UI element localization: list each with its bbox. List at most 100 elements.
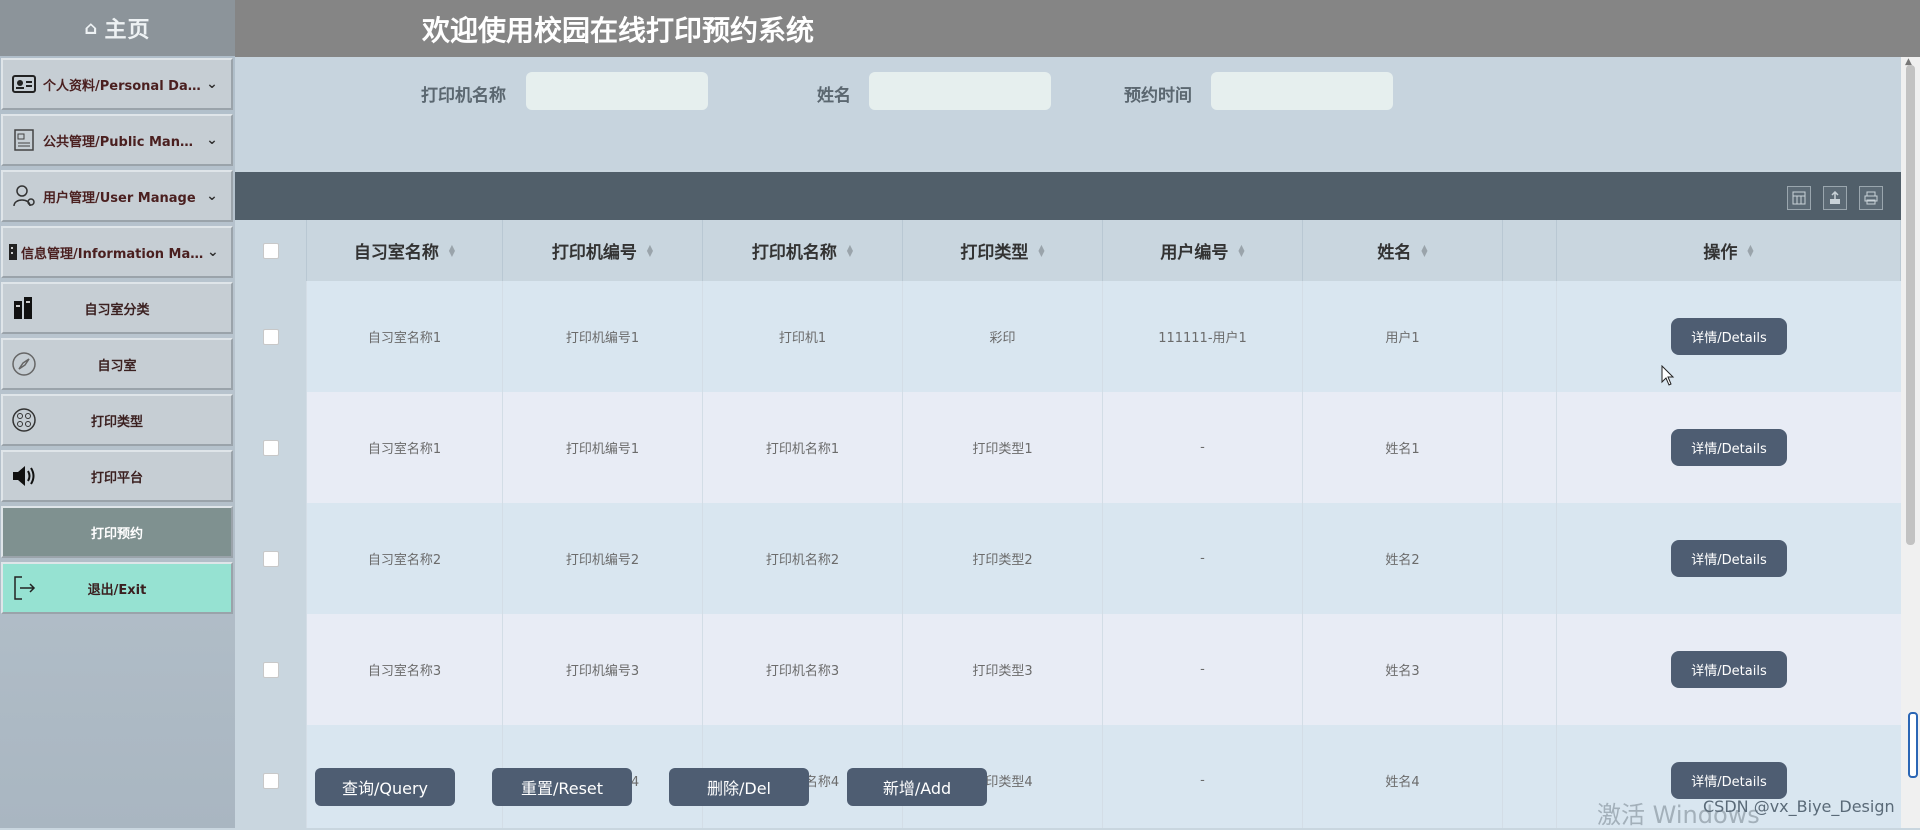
sidebar-item-personal-data[interactable]: 个人资料/Personal Data ⌄ (1, 58, 233, 110)
user-gear-icon (11, 183, 37, 209)
row-checkbox[interactable] (262, 661, 279, 678)
select-all-checkbox[interactable] (262, 242, 279, 259)
header-print-type[interactable]: 打印类型 ▲ ▼ (903, 220, 1103, 281)
cell-blank (1503, 281, 1557, 392)
export-icon[interactable] (1823, 186, 1847, 210)
query-button[interactable]: 查询/Query (315, 768, 455, 806)
sidebar-item-user-manage[interactable]: 用户管理/User Manage ⌄ (1, 170, 233, 222)
header-label: 自习室名称 (353, 243, 439, 263)
sidebar-item-print-platform[interactable]: 打印平台 (1, 450, 233, 502)
cell-user-number: - (1103, 614, 1303, 725)
header-label: 用户编号 (1160, 243, 1229, 263)
details-button[interactable]: 详情/Details (1671, 762, 1787, 799)
reset-button[interactable]: 重置/Reset (492, 768, 632, 806)
columns-icon[interactable] (1787, 186, 1811, 210)
scrollbar-thumb[interactable] (1906, 65, 1915, 545)
header-label: 操作 (1703, 243, 1738, 263)
row-checkbox[interactable] (262, 772, 279, 789)
header-study-room-name[interactable]: 自习室名称 ▲ ▼ (307, 220, 503, 281)
printer-name-label: 打印机名称 (421, 86, 506, 106)
sort-icon: ▲ ▼ (846, 242, 854, 258)
cell-print-type: 打印类型2 (903, 503, 1103, 614)
sort-icon: ▲ ▼ (1747, 242, 1754, 258)
home-link[interactable]: ⌂ 主页 (0, 0, 235, 56)
row-checkbox[interactable] (262, 439, 279, 456)
row-select-cell (235, 503, 307, 614)
cell-printer-name: 打印机名称1 (703, 392, 903, 503)
cell-printer-number: 打印机编号3 (503, 614, 703, 725)
cell-printer-number: 打印机编号1 (503, 281, 703, 392)
name-label: 姓名 (817, 86, 851, 106)
header-label: 姓名 (1377, 243, 1412, 263)
sidebar-item-label: 信息管理/Information Man... (21, 246, 207, 262)
cell-study-room-name: 自习室名称1 (307, 392, 503, 503)
cell-printer-number: 打印机编号2 (503, 503, 703, 614)
header-user-number[interactable]: 用户编号 ▲ ▼ (1103, 220, 1303, 281)
sort-icon: ▲ ▼ (1238, 242, 1245, 258)
header-name[interactable]: 姓名 ▲ ▼ (1303, 220, 1503, 281)
details-button[interactable]: 详情/Details (1671, 318, 1787, 355)
cell-printer-name: 打印机名称3 (703, 614, 903, 725)
add-button[interactable]: 新增/Add (847, 768, 987, 806)
cell-name: 姓名4 (1303, 725, 1503, 828)
sidebar-item-exit[interactable]: 退出/Exit (1, 562, 233, 614)
table-row: 自习室名称3 打印机编号3 打印机名称3 打印类型3 - 姓名3 详情/Deta… (235, 614, 1901, 725)
cell-study-room-name: 自习室名称2 (307, 503, 503, 614)
name-input[interactable] (869, 72, 1051, 110)
table-row: 自习室名称1 打印机编号1 打印机名称1 打印类型1 - 姓名1 详情/Deta… (235, 392, 1901, 503)
row-select-cell (235, 725, 307, 828)
document-icon (11, 127, 37, 153)
logout-icon (11, 575, 37, 601)
time-input[interactable] (1211, 72, 1393, 110)
details-button[interactable]: 详情/Details (1671, 651, 1787, 688)
header-actions[interactable]: 操作 ▲ ▼ (1557, 220, 1901, 281)
home-label: 主页 (104, 18, 151, 43)
details-button[interactable]: 详情/Details (1671, 429, 1787, 466)
details-button[interactable]: 详情/Details (1671, 540, 1787, 577)
table-header-row: 自习室名称 ▲ ▼ 打印机编号 ▲ ▼ 打印机名称 ▲ ▼ 打印类型 ▲ ▼ 用户编号 ▲ ▼ 姓名… (235, 220, 1901, 281)
sidebar-item-print-type[interactable]: 打印类型 (1, 394, 233, 446)
sidebar-item-print-booking[interactable]: 打印预约 (1, 506, 233, 558)
cell-user-number: - (1103, 392, 1303, 503)
booking-table: 自习室名称 ▲ ▼ 打印机编号 ▲ ▼ 打印机名称 ▲ ▼ 打印类型 ▲ ▼ 用户编号 ▲ ▼ 姓名… (235, 220, 1901, 828)
sidebar-item-study-room-category[interactable]: 自习室分类 (1, 282, 233, 334)
sidebar-item-label: 打印预约 (90, 526, 143, 542)
delete-button[interactable]: 删除/Del (669, 768, 809, 806)
sidebar-item-information-manage[interactable]: 信息管理/Information Man... ⌄ (1, 226, 233, 278)
row-checkbox[interactable] (262, 328, 279, 345)
cell-actions: 详情/Details (1557, 614, 1901, 725)
print-icon[interactable] (1859, 186, 1883, 210)
sidebar-item-label: 打印平台 (90, 470, 143, 486)
sidebar-item-label: 自习室 (97, 358, 137, 374)
sidebar-item-public-manage[interactable]: 公共管理/Public Manage ⌄ (1, 114, 233, 166)
table-toolbar (235, 172, 1901, 220)
cell-printer-number: 打印机编号1 (503, 392, 703, 503)
sidebar: ⌂ 主页 个人资料/Personal Data ⌄ 公共管理/Public Ma… (0, 0, 235, 828)
table-row: 自习室名称1 打印机编号1 打印机1 彩印 111111-用户1 用户1 详情/… (235, 281, 1901, 392)
compass-icon (11, 351, 37, 377)
row-checkbox[interactable] (262, 550, 279, 567)
chevron-down-icon: ⌄ (206, 188, 218, 204)
sidebar-item-label: 公共管理/Public Manage (43, 134, 201, 150)
printer-name-input[interactable] (526, 72, 708, 110)
sort-icon: ▲ ▼ (1038, 242, 1045, 258)
header-printer-number[interactable]: 打印机编号 ▲ ▼ (503, 220, 703, 281)
header-label: 打印机名称 (751, 243, 837, 263)
chevron-down-icon: ⌄ (206, 76, 218, 92)
home-icon: ⌂ (84, 17, 99, 39)
sidebar-item-label: 退出/Exit (87, 582, 147, 598)
speaker-icon (11, 463, 37, 489)
mouse-cursor-icon (1661, 365, 1675, 386)
cell-print-type: 彩印 (903, 281, 1103, 392)
header-select-cell (235, 220, 307, 281)
sidebar-item-study-room[interactable]: 自习室 (1, 338, 233, 390)
header-printer-name[interactable]: 打印机名称 ▲ ▼ (703, 220, 903, 281)
cell-user-number: - (1103, 503, 1303, 614)
cell-blank (1503, 503, 1557, 614)
blank-icon (11, 519, 37, 545)
cell-name: 姓名1 (1303, 392, 1503, 503)
header-label: 打印类型 (960, 243, 1029, 263)
page-header: 欢迎使用校园在线打印预约系统 (235, 0, 1920, 57)
chevron-down-icon: ⌄ (206, 132, 218, 148)
chevron-down-icon: ⌄ (207, 244, 219, 260)
